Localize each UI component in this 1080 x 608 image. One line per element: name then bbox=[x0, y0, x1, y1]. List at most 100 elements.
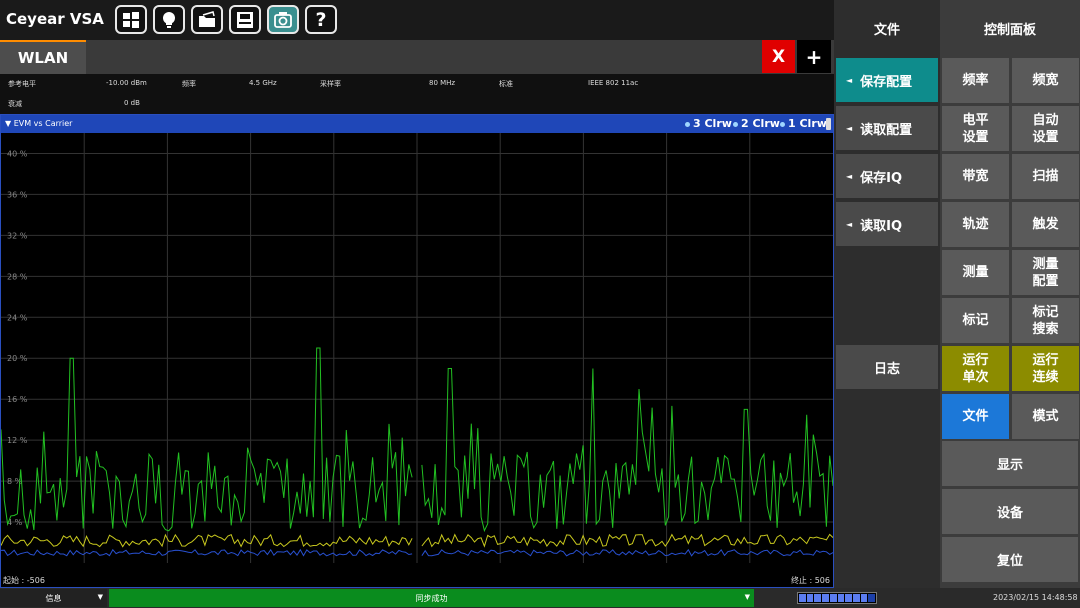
control-button-label: 电平 设置 bbox=[962, 112, 989, 145]
control-button[interactable]: 触发 bbox=[1012, 202, 1079, 247]
control-wide-button[interactable]: 设备 bbox=[942, 489, 1078, 534]
arrow-left-icon: ◄ bbox=[846, 219, 853, 229]
evm-chart: 40 %36 %32 %28 %24 %20 %16 %12 %8 %4 % bbox=[1, 133, 833, 563]
control-button-label: 标记 搜索 bbox=[1032, 304, 1059, 337]
status-bar: 信息 ▼ 同步成功 ▼ 2023/02/15 14:48:58 bbox=[0, 588, 1080, 608]
sync-status-message[interactable]: 同步成功 ▼ bbox=[109, 589, 754, 607]
progress-cell bbox=[799, 594, 806, 602]
freq-label: 频率 bbox=[182, 80, 196, 88]
control-button-label: 测量 bbox=[962, 265, 989, 280]
save-button[interactable] bbox=[229, 5, 261, 34]
camera-icon bbox=[274, 11, 292, 28]
trace-line bbox=[1, 347, 413, 532]
log-button[interactable]: 日志 bbox=[836, 345, 938, 389]
y-axis-labels: 40 %36 %32 %28 %24 %20 %16 %12 %8 %4 % bbox=[7, 149, 28, 527]
file-menu-item[interactable]: ◄ 读取配置 bbox=[836, 106, 938, 150]
y-tick-label: 40 % bbox=[7, 149, 28, 158]
y-tick-label: 20 % bbox=[7, 354, 28, 363]
info-label: 信息 bbox=[45, 593, 62, 603]
progress-cell bbox=[837, 594, 845, 602]
progress-cell bbox=[829, 594, 837, 602]
control-button[interactable]: 测量 配置 bbox=[1012, 250, 1079, 295]
datetime: 2023/02/15 14:48:58 bbox=[993, 593, 1078, 602]
arrow-left-icon: ◄ bbox=[846, 171, 853, 181]
atten-label: 衰减 bbox=[8, 100, 22, 108]
arrow-left-icon: ◄ bbox=[846, 123, 853, 133]
open-file-button[interactable] bbox=[191, 5, 223, 34]
progress-cell bbox=[845, 594, 852, 602]
tab-wlan[interactable]: WLAN bbox=[0, 40, 86, 74]
windows-button[interactable] bbox=[115, 5, 147, 34]
trace-line bbox=[421, 533, 833, 548]
control-button[interactable]: 频率 bbox=[942, 58, 1009, 103]
screenshot-button[interactable] bbox=[267, 5, 299, 34]
control-button[interactable]: 模式 bbox=[1012, 394, 1079, 439]
save-disk-icon bbox=[237, 11, 253, 28]
evm-plot-panel: ▼ EVM vs Carrier 3 Clrw 2 Clrw 1 Clrw 40… bbox=[0, 114, 834, 588]
control-button-label: 频率 bbox=[962, 73, 989, 88]
control-button[interactable]: 标记 bbox=[942, 298, 1009, 343]
tab-row: WLAN X + bbox=[0, 40, 834, 74]
control-button-label: 带宽 bbox=[962, 169, 989, 184]
chevron-down-icon: ▼ bbox=[97, 593, 103, 601]
control-button[interactable]: 带宽 bbox=[942, 154, 1009, 199]
trace-3-indicator[interactable]: 3 Clrw bbox=[685, 117, 732, 130]
control-wide-button[interactable]: 显示 bbox=[942, 441, 1078, 486]
lightbulb-icon bbox=[163, 11, 175, 28]
file-menu-item-label: 保存IQ bbox=[860, 170, 903, 186]
control-button[interactable]: 文件 bbox=[942, 394, 1009, 439]
info-dropdown[interactable]: 信息 ▼ bbox=[0, 589, 107, 607]
trace-1-label: 1 Clrw bbox=[788, 117, 827, 130]
control-button[interactable]: 运行 连续 bbox=[1012, 346, 1079, 391]
control-button-label: 频宽 bbox=[1032, 73, 1059, 88]
atten-value: 0 dB bbox=[124, 99, 140, 107]
add-tab-button[interactable]: + bbox=[797, 40, 831, 73]
control-button-label: 模式 bbox=[1032, 409, 1059, 424]
y-tick-label: 16 % bbox=[7, 395, 28, 404]
trace-line bbox=[421, 548, 833, 557]
file-menu-column: 文件 ◄ 保存配置 ◄ 读取配置 ◄ 保存IQ ◄ 读取IQ 日志 bbox=[834, 0, 940, 588]
y-tick-label: 36 % bbox=[7, 190, 28, 199]
control-button[interactable]: 标记 搜索 bbox=[1012, 298, 1079, 343]
control-button[interactable]: 自动 设置 bbox=[1012, 106, 1079, 151]
control-button-label: 触发 bbox=[1032, 217, 1059, 232]
file-menu-item[interactable]: ◄ 保存配置 bbox=[836, 58, 938, 102]
ref-level-value: -10.00 dBm bbox=[106, 79, 147, 87]
trace-line bbox=[1, 533, 413, 548]
close-tab-button[interactable]: X bbox=[762, 40, 795, 73]
file-menu-item-label: 保存配置 bbox=[860, 74, 913, 90]
chart-grid bbox=[1, 133, 833, 563]
control-button-label: 轨迹 bbox=[962, 217, 989, 232]
control-button-label: 运行 连续 bbox=[1032, 352, 1059, 385]
stop-carrier-label: 终止 : 506 bbox=[790, 576, 830, 585]
trace-3-label: 3 Clrw bbox=[693, 117, 732, 130]
control-button-label: 测量 配置 bbox=[1032, 256, 1059, 289]
trace-2-indicator[interactable]: 2 Clrw bbox=[733, 117, 780, 130]
sample-rate-label: 采样率 bbox=[320, 80, 341, 88]
tips-button[interactable] bbox=[153, 5, 185, 34]
control-button-label: 文件 bbox=[962, 409, 989, 424]
control-button[interactable]: 测量 bbox=[942, 250, 1009, 295]
help-button[interactable]: ? bbox=[305, 5, 337, 34]
file-menu-item[interactable]: ◄ 保存IQ bbox=[836, 154, 938, 198]
trace-dot-icon bbox=[780, 121, 785, 127]
trace-scroll-handle[interactable] bbox=[826, 118, 831, 130]
control-button[interactable]: 轨迹 bbox=[942, 202, 1009, 247]
progress-cell bbox=[814, 594, 822, 602]
start-carrier-label: 起始 : -506 bbox=[3, 576, 45, 585]
file-menu-item[interactable]: ◄ 读取IQ bbox=[836, 202, 938, 246]
windows-icon bbox=[123, 11, 139, 28]
control-button[interactable]: 运行 单次 bbox=[942, 346, 1009, 391]
control-button-label: 运行 单次 bbox=[962, 352, 989, 385]
control-wide-button[interactable]: 复位 bbox=[942, 537, 1078, 582]
app-title: Ceyear VSA bbox=[6, 10, 104, 28]
control-button[interactable]: 扫描 bbox=[1012, 154, 1079, 199]
trace-2-label: 2 Clrw bbox=[741, 117, 780, 130]
control-button[interactable]: 电平 设置 bbox=[942, 106, 1009, 151]
help-icon: ? bbox=[315, 8, 327, 31]
trace-1-indicator[interactable]: 1 Clrw bbox=[780, 117, 827, 130]
control-button-label: 自动 设置 bbox=[1032, 112, 1059, 145]
progress-cell bbox=[852, 594, 860, 602]
control-button[interactable]: 频宽 bbox=[1012, 58, 1079, 103]
plot-title: ▼ EVM vs Carrier bbox=[5, 119, 73, 128]
